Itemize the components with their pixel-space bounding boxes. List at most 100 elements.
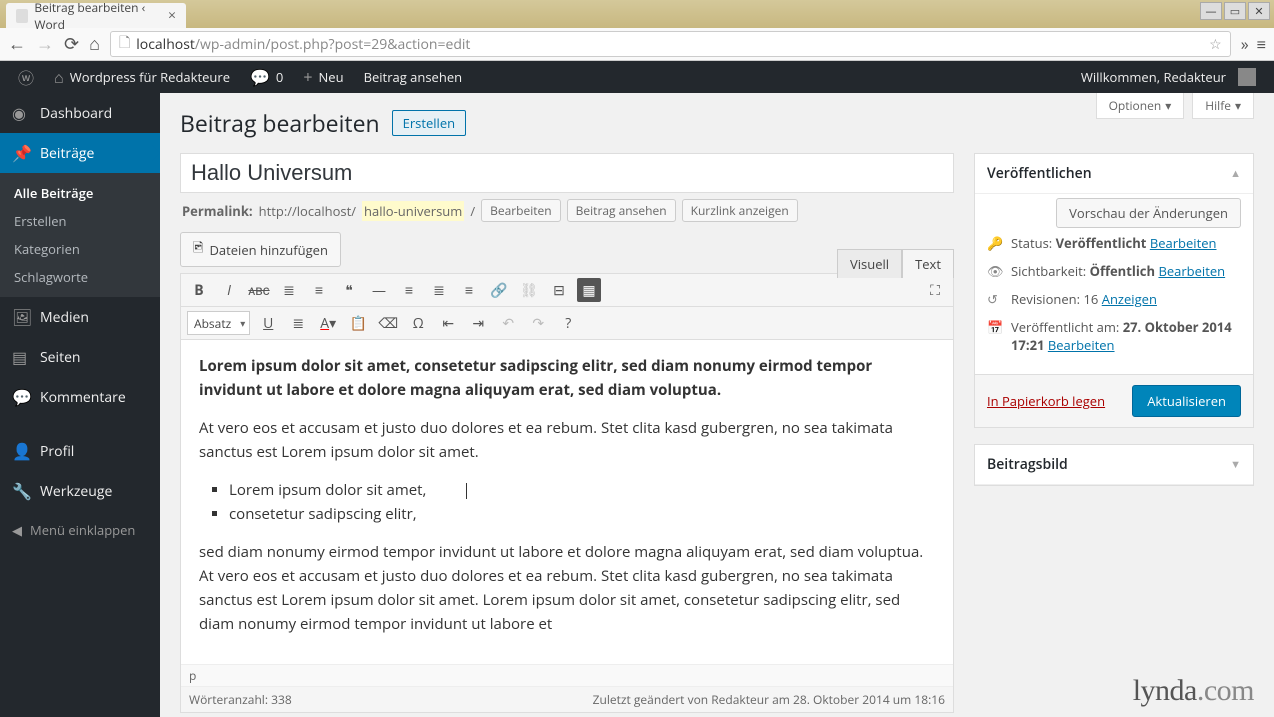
media-icon: 🖻 [193, 238, 203, 261]
forward-button[interactable]: → [36, 32, 54, 56]
menu-comments[interactable]: 💬Kommentare [0, 377, 160, 417]
menu-icon[interactable]: ≡ [1257, 33, 1266, 55]
tab-visual[interactable]: Visuell [837, 249, 902, 278]
wordpress-icon: ⓦ [18, 65, 34, 89]
permalink-slug: hallo-universum [362, 201, 464, 221]
shortlink-button[interactable]: Kurzlink anzeigen [682, 199, 798, 222]
publish-box-header[interactable]: Veröffentlichen ▲ [975, 154, 1253, 194]
menu-posts[interactable]: 📌Beiträge [0, 133, 160, 173]
permalink-row: Permalink: http://localhost/hallo-univer… [182, 199, 954, 222]
page-icon: 🗋 [119, 32, 130, 56]
chevron-right-icon[interactable]: » [1241, 33, 1249, 55]
menu-media[interactable]: 🖼Medien [0, 297, 160, 337]
submenu-tags[interactable]: Schlagworte [0, 263, 160, 291]
editor-content[interactable]: Lorem ipsum dolor sit amet, consetetur s… [181, 340, 953, 664]
toolbar-toggle-button[interactable]: ▦ [577, 278, 601, 302]
pin-icon: 📌 [12, 142, 30, 164]
clear-formatting-button[interactable]: ⌫ [376, 311, 400, 335]
update-button[interactable]: Aktualisieren [1132, 385, 1241, 417]
url-bar[interactable]: 🗋 localhost/wp-admin/post.php?post=29&ac… [110, 31, 1231, 57]
view-post-link[interactable]: Beitrag ansehen [354, 61, 473, 93]
help-icon-button[interactable]: ? [556, 311, 580, 335]
wp-admin-bar: ⓦ ⌂Wordpress für Redakteure 💬0 +Neu Beit… [0, 61, 1274, 93]
featured-image-header[interactable]: Beitragsbild ▼ [975, 445, 1253, 485]
paste-text-button[interactable]: 📋 [346, 311, 370, 335]
browse-revisions-link[interactable]: Anzeigen [1102, 290, 1157, 308]
hr-button[interactable]: — [367, 278, 391, 302]
comments-link[interactable]: 💬0 [240, 61, 293, 93]
align-center-button[interactable]: ≣ [427, 278, 451, 302]
visibility-row: 👁 Sichtbarkeit: Öffentlich Bearbeiten [987, 262, 1241, 280]
reload-button[interactable]: ⟳ [64, 32, 79, 56]
plus-icon: + [303, 66, 312, 88]
help-button[interactable]: Hilfe ▾ [1192, 93, 1254, 119]
site-name[interactable]: ⌂Wordpress für Redakteure [44, 61, 240, 93]
more-button[interactable]: ⊟ [547, 278, 571, 302]
text-color-button[interactable]: A▾ [316, 311, 340, 335]
permalink-base: http://localhost/ [259, 202, 356, 220]
close-icon[interactable]: × [168, 6, 176, 25]
menu-dashboard[interactable]: ◉Dashboard [0, 93, 160, 133]
text-cursor [466, 483, 467, 499]
browser-tab[interactable]: Beitrag bearbeiten ‹ Word × [6, 3, 186, 28]
trash-link[interactable]: In Papierkorb legen [987, 392, 1105, 410]
menu-tools[interactable]: 🔧Werkzeuge [0, 471, 160, 511]
edit-date-link[interactable]: Bearbeiten [1048, 336, 1115, 354]
my-account[interactable]: Willkommen, Redakteur [1071, 68, 1266, 86]
bold-button[interactable]: B [187, 278, 211, 302]
close-button[interactable]: ✕ [1248, 2, 1270, 20]
tab-text[interactable]: Text [902, 249, 954, 278]
blockquote-button[interactable]: ❝ [337, 278, 361, 302]
outdent-button[interactable]: ⇤ [436, 311, 460, 335]
wp-logo[interactable]: ⓦ [8, 61, 44, 93]
new-content[interactable]: +Neu [293, 61, 353, 93]
numbered-list-button[interactable]: ≡ [307, 278, 331, 302]
collapse-menu[interactable]: ◀Menü einklappen [0, 511, 160, 549]
tab-title: Beitrag bearbeiten ‹ Word [34, 0, 162, 33]
browser-tab-bar: Beitrag bearbeiten ‹ Word × — ▭ ✕ [0, 0, 1274, 28]
link-button[interactable]: 🔗 [487, 278, 511, 302]
browser-chrome: Beitrag bearbeiten ‹ Word × — ▭ ✕ ← → ⟳ … [0, 0, 1274, 61]
align-left-button[interactable]: ≡ [397, 278, 421, 302]
edit-status-link[interactable]: Bearbeiten [1150, 234, 1217, 252]
view-post-button[interactable]: Beitrag ansehen [567, 199, 676, 222]
bullet-list-button[interactable]: ≣ [277, 278, 301, 302]
justify-button[interactable]: ≣ [286, 311, 310, 335]
media-icon: 🖼 [12, 306, 30, 328]
format-select[interactable]: Absatz [187, 311, 250, 335]
underline-button[interactable]: U [256, 311, 280, 335]
edit-visibility-link[interactable]: Bearbeiten [1158, 262, 1225, 280]
preview-button[interactable]: Vorschau der Änderungen [1056, 198, 1241, 228]
content-paragraph: At vero eos et accusam et justo duo dolo… [199, 416, 935, 464]
redo-button[interactable]: ↷ [526, 311, 550, 335]
submenu-new-post[interactable]: Erstellen [0, 207, 160, 235]
strikethrough-button[interactable]: ᴀʙᴄ [247, 278, 271, 302]
posts-submenu: Alle Beiträge Erstellen Kategorien Schla… [0, 173, 160, 297]
undo-button[interactable]: ↶ [496, 311, 520, 335]
fullscreen-button[interactable]: ⛶ [923, 278, 947, 302]
special-char-button[interactable]: Ω [406, 311, 430, 335]
minimize-button[interactable]: — [1200, 2, 1222, 20]
back-button[interactable]: ← [8, 32, 26, 56]
indent-button[interactable]: ⇥ [466, 311, 490, 335]
maximize-button[interactable]: ▭ [1224, 2, 1246, 20]
submenu-all-posts[interactable]: Alle Beiträge [0, 179, 160, 207]
collapse-icon: ◀ [12, 521, 22, 539]
align-right-button[interactable]: ≡ [457, 278, 481, 302]
bookmark-star-icon[interactable]: ☆ [1209, 35, 1222, 54]
menu-profile[interactable]: 👤Profil [0, 431, 160, 471]
add-media-button[interactable]: 🖻Dateien hinzufügen [180, 232, 341, 267]
unlink-button[interactable]: ⛓ [517, 278, 541, 302]
edit-permalink-button[interactable]: Bearbeiten [481, 199, 561, 222]
status-row: 🔑 Status: Veröffentlicht Bearbeiten [987, 234, 1241, 252]
screen-options-button[interactable]: Optionen ▾ [1096, 93, 1185, 119]
submenu-categories[interactable]: Kategorien [0, 235, 160, 263]
chevron-down-icon: ▼ [1230, 457, 1241, 472]
add-new-button[interactable]: Erstellen [392, 110, 467, 136]
italic-button[interactable]: I [217, 278, 241, 302]
menu-pages[interactable]: ▤Seiten [0, 337, 160, 377]
screen-meta: Optionen ▾ Hilfe ▾ [1096, 93, 1254, 119]
home-button[interactable]: ⌂ [89, 32, 100, 56]
revisions-row: ↺ Revisionen: 16 Anzeigen [987, 290, 1241, 308]
post-title-input[interactable] [180, 153, 954, 193]
